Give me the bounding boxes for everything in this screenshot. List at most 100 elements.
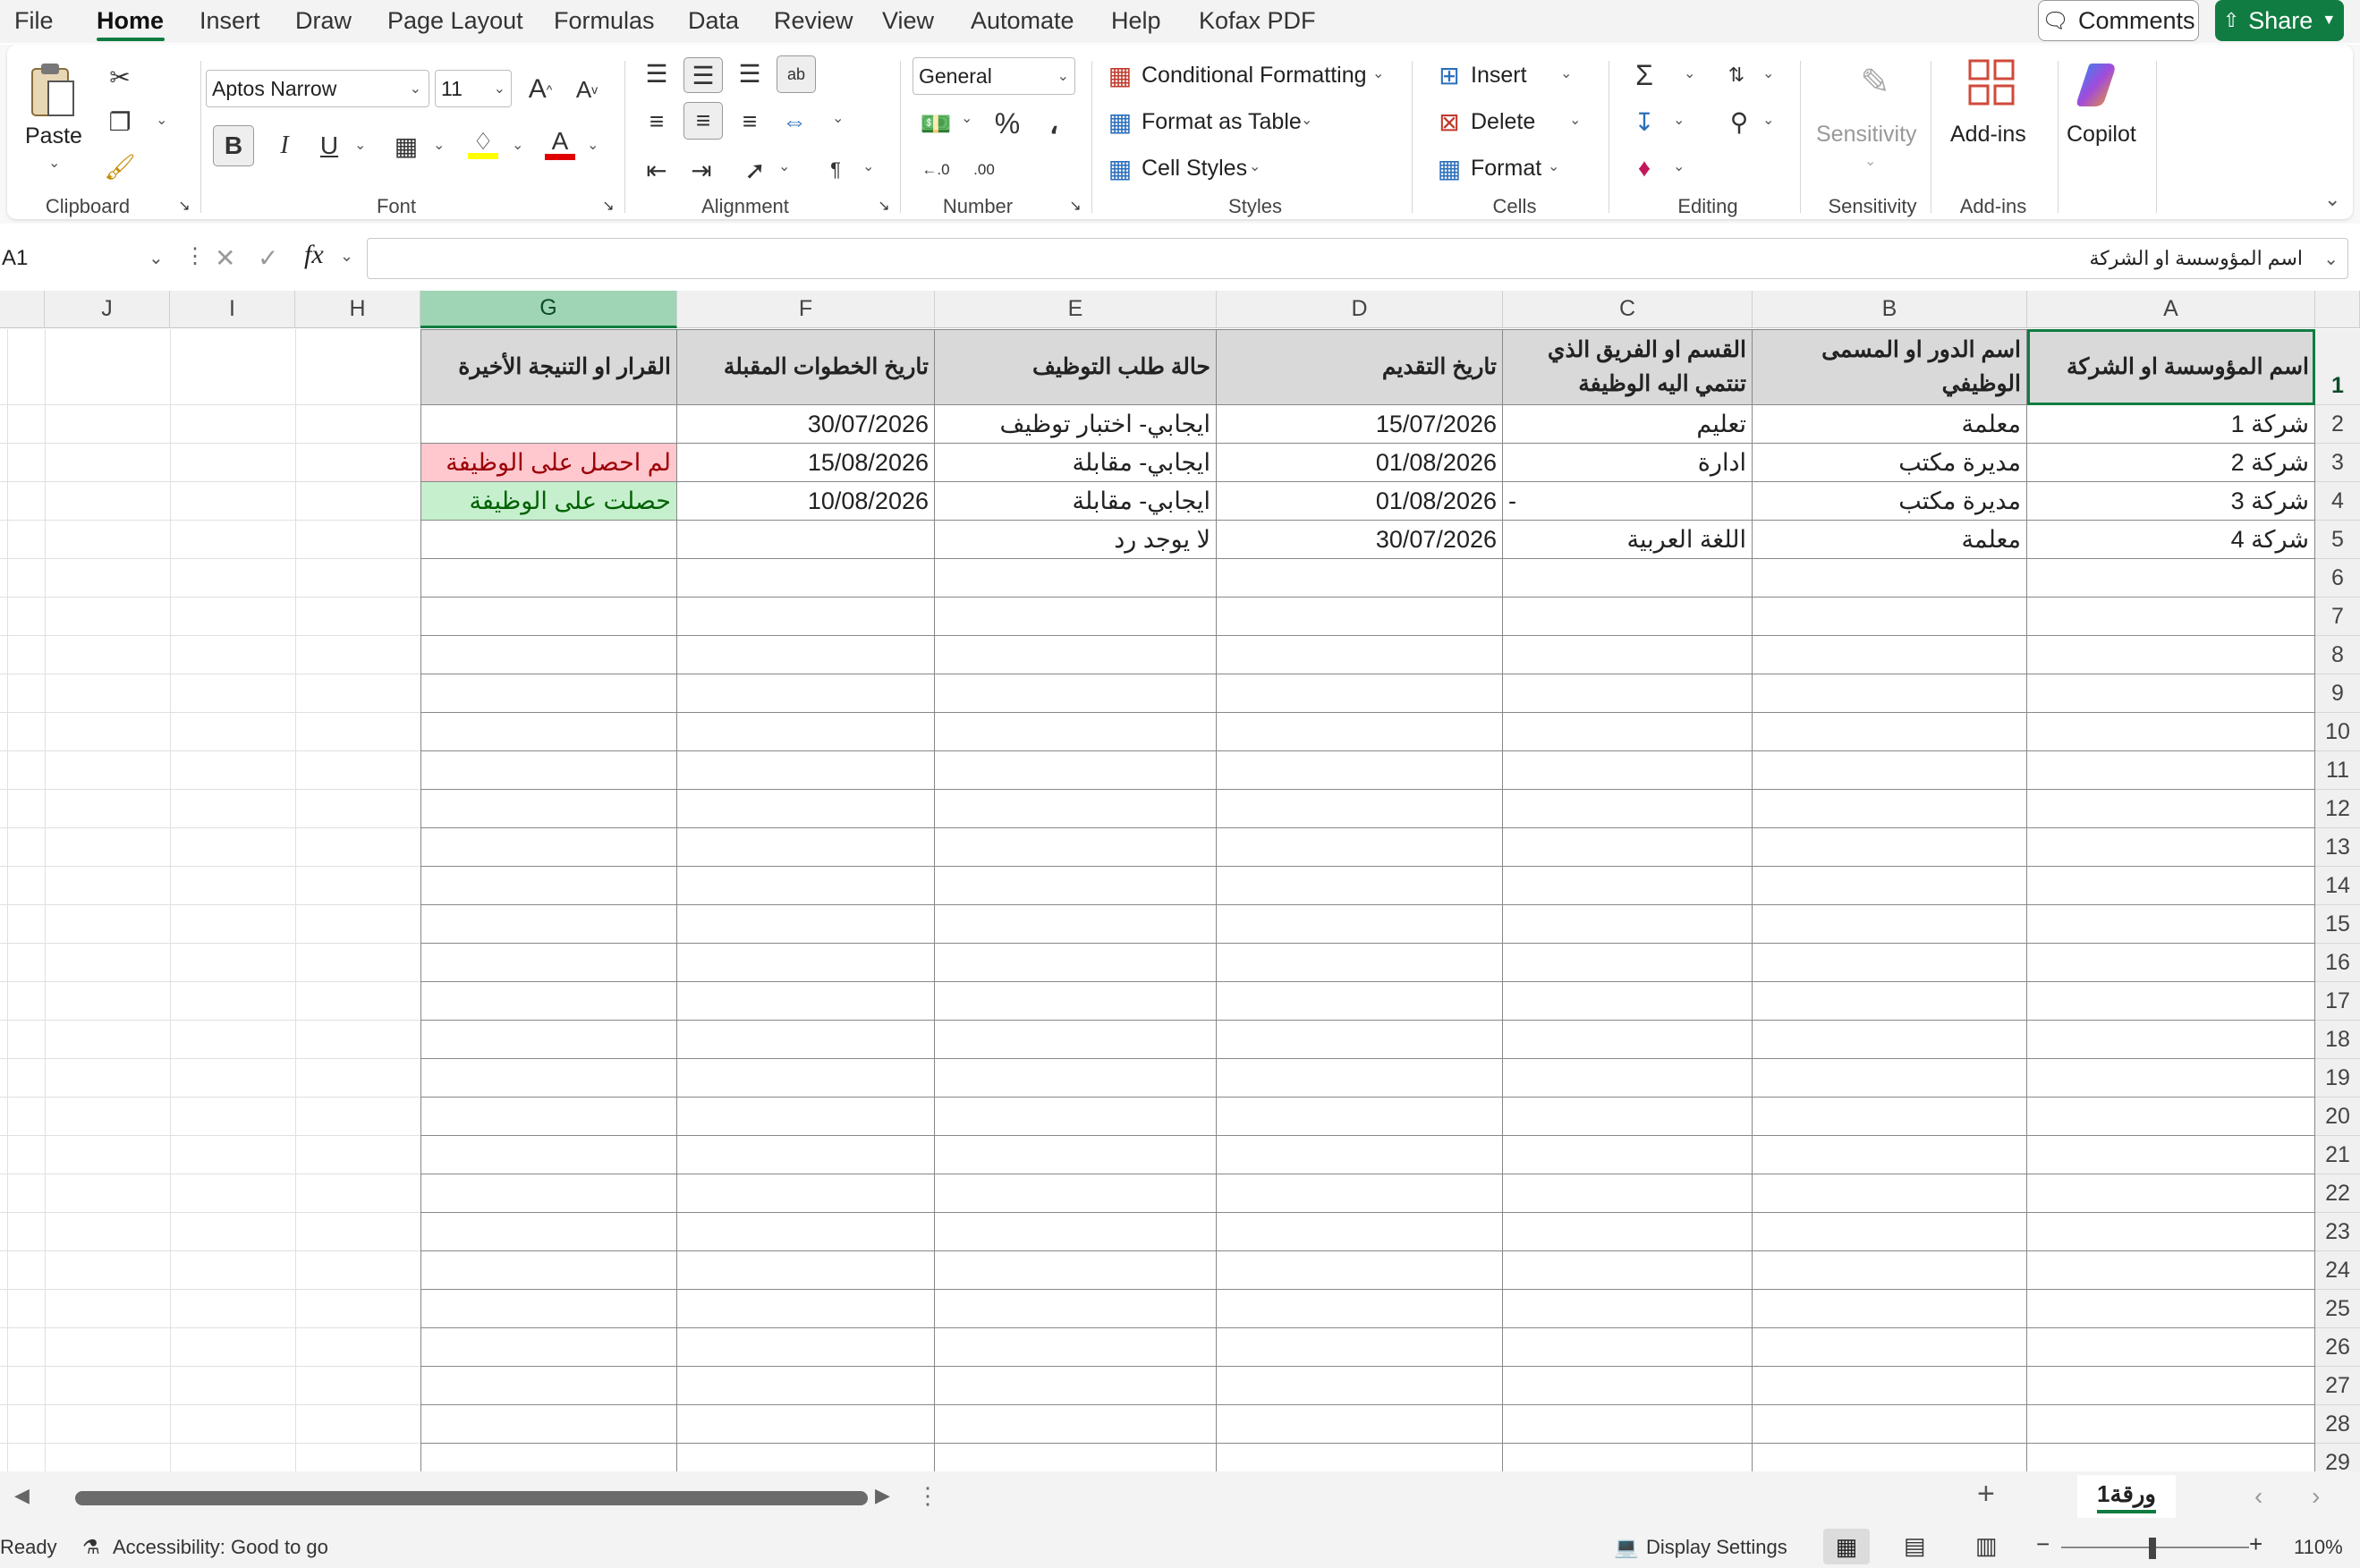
empty-cell[interactable]: [1503, 1213, 1753, 1251]
empty-cell[interactable]: [420, 1213, 677, 1251]
comments-button[interactable]: 🗨 Comments: [2038, 0, 2199, 41]
chevron-down-icon[interactable]: ⌄: [1684, 64, 1695, 82]
dialog-launcher-icon[interactable]: ↘: [175, 197, 193, 215]
row-header-9[interactable]: 9: [2315, 674, 2360, 713]
empty-cell[interactable]: [420, 1405, 677, 1444]
empty-cell[interactable]: [1753, 905, 2027, 944]
chevron-down-icon[interactable]: ⌄: [1548, 157, 1559, 175]
row-header-28[interactable]: 28: [2315, 1405, 2360, 1444]
table-cell[interactable]: ادارة: [1503, 444, 1753, 482]
empty-cell[interactable]: [2027, 1405, 2315, 1444]
empty-cell[interactable]: [1753, 1136, 2027, 1174]
menu-file[interactable]: File: [14, 7, 54, 35]
chevron-down-icon[interactable]: ⌄: [1372, 64, 1384, 82]
empty-cell[interactable]: [1503, 867, 1753, 905]
empty-cell[interactable]: [1753, 1444, 2027, 1471]
chevron-down-icon[interactable]: ⌄: [1864, 152, 1876, 170]
empty-cell[interactable]: [1503, 559, 1753, 598]
more-options-icon[interactable]: ⋮: [916, 1482, 939, 1510]
empty-cell[interactable]: [1503, 1367, 1753, 1405]
enter-icon[interactable]: ✓: [258, 243, 278, 273]
conditional-formatting-icon[interactable]: ▦: [1104, 59, 1136, 91]
table-cell[interactable]: مديرة مكتب: [1753, 444, 2027, 482]
empty-cell[interactable]: [677, 867, 935, 905]
empty-cell[interactable]: [677, 1098, 935, 1136]
status-cell-accepted[interactable]: حصلت على الوظيفة: [420, 482, 677, 521]
column-header-b[interactable]: B: [1753, 291, 2027, 328]
column-header-h[interactable]: H: [295, 291, 420, 328]
table-cell[interactable]: تعليم: [1503, 405, 1753, 444]
empty-cell[interactable]: [2027, 1098, 2315, 1136]
format-as-table-icon[interactable]: ▦: [1104, 106, 1136, 138]
header-cell-g[interactable]: القرار او التنيجة الأخيرة: [420, 329, 677, 405]
column-header-j[interactable]: J: [45, 291, 170, 328]
normal-view-icon[interactable]: ▦: [1823, 1529, 1870, 1564]
insert-function-icon[interactable]: fx: [304, 240, 324, 270]
table-cell[interactable]: [420, 405, 677, 444]
empty-cell[interactable]: [1217, 713, 1503, 751]
row-header-3[interactable]: 3: [2315, 444, 2360, 482]
empty-cell[interactable]: [677, 1405, 935, 1444]
page-layout-view-icon[interactable]: ▤: [1904, 1532, 1926, 1560]
align-right-icon[interactable]: ≡: [732, 104, 768, 140]
empty-cell[interactable]: [1753, 636, 2027, 674]
cell-styles-button[interactable]: Cell Styles: [1142, 156, 1247, 182]
empty-cell[interactable]: [935, 1367, 1217, 1405]
paste-icon[interactable]: [25, 59, 79, 122]
row-header-13[interactable]: 13: [2315, 828, 2360, 867]
menu-automate[interactable]: Automate: [971, 7, 1074, 35]
empty-cell[interactable]: [2027, 1213, 2315, 1251]
chevron-down-icon[interactable]: ⌄: [156, 111, 167, 129]
row-header-4[interactable]: 4: [2315, 482, 2360, 521]
menu-review[interactable]: Review: [774, 7, 853, 35]
previous-sheet-icon[interactable]: ‹: [2254, 1482, 2262, 1511]
empty-cell[interactable]: [1753, 1367, 2027, 1405]
empty-cell[interactable]: [1753, 867, 2027, 905]
horizontal-scrollbar-thumb[interactable]: [75, 1491, 868, 1505]
clear-icon[interactable]: ♦: [1626, 152, 1662, 184]
empty-cell[interactable]: [1753, 598, 2027, 636]
empty-cell[interactable]: [420, 1098, 677, 1136]
row-header-12[interactable]: 12: [2315, 790, 2360, 828]
empty-cell[interactable]: [2027, 1021, 2315, 1059]
column-header-f[interactable]: F: [677, 291, 935, 328]
row-header-6[interactable]: 6: [2315, 559, 2360, 598]
empty-cell[interactable]: [1753, 1059, 2027, 1098]
chevron-down-icon[interactable]: ⌄: [1249, 157, 1261, 175]
empty-cell[interactable]: [935, 598, 1217, 636]
empty-cell[interactable]: [420, 1328, 677, 1367]
empty-cell[interactable]: [420, 559, 677, 598]
chevron-down-icon[interactable]: ⌄: [1762, 64, 1774, 82]
font-color-icon[interactable]: A: [540, 123, 580, 165]
empty-cell[interactable]: [2027, 1136, 2315, 1174]
sort-filter-icon[interactable]: ⇅: [1716, 59, 1757, 91]
empty-cell[interactable]: [677, 559, 935, 598]
empty-cell[interactable]: [2027, 1251, 2315, 1290]
format-cells-icon[interactable]: ▦: [1433, 152, 1465, 184]
empty-cell[interactable]: [1503, 1251, 1753, 1290]
empty-cell[interactable]: [935, 713, 1217, 751]
empty-cell[interactable]: [1217, 1174, 1503, 1213]
increase-decimal-icon[interactable]: ←.0: [916, 152, 955, 188]
merge-center-icon[interactable]: ⇔: [777, 104, 812, 140]
formula-input[interactable]: اسم المؤوسسة او الشركة ⌄: [367, 238, 2348, 279]
table-cell[interactable]: 30/07/2026: [1217, 521, 1503, 559]
row-header-24[interactable]: 24: [2315, 1251, 2360, 1290]
empty-cell[interactable]: [2027, 674, 2315, 713]
empty-cell[interactable]: [1217, 982, 1503, 1021]
empty-cell[interactable]: [935, 982, 1217, 1021]
empty-cell[interactable]: [420, 1444, 677, 1471]
increase-font-icon[interactable]: A ^: [522, 72, 558, 107]
chevron-down-icon[interactable]: ⌄: [1569, 111, 1581, 129]
page-break-view-icon[interactable]: ▥: [1975, 1532, 1998, 1560]
empty-cell[interactable]: [677, 982, 935, 1021]
empty-cell[interactable]: [677, 1444, 935, 1471]
selected-cell-a1[interactable]: اسم المؤوسسة او الشركة: [2027, 329, 2315, 405]
table-cell[interactable]: ايجابي- مقابلة: [935, 444, 1217, 482]
empty-cell[interactable]: [677, 751, 935, 790]
autosum-icon[interactable]: Σ: [1626, 59, 1662, 91]
copy-icon[interactable]: ❐: [104, 106, 136, 138]
select-all-corner[interactable]: [2315, 291, 2360, 328]
scroll-left-icon[interactable]: ◀: [14, 1484, 30, 1507]
table-cell[interactable]: معلمة: [1753, 405, 2027, 444]
